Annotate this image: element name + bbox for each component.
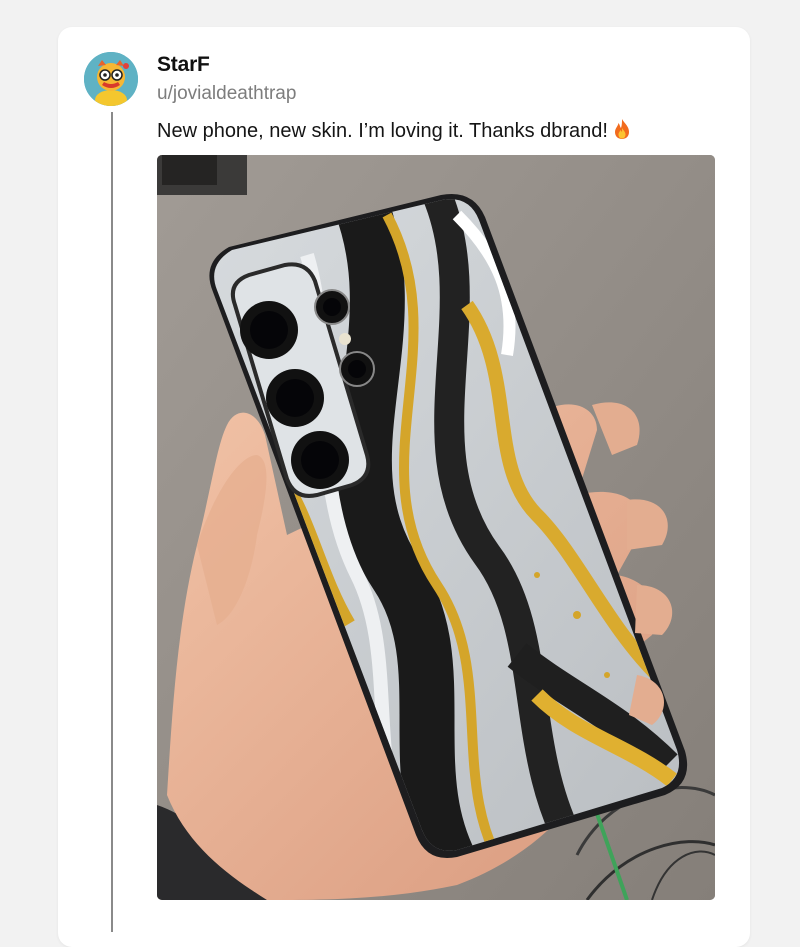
avatar-character-icon (84, 52, 138, 106)
post-text-content: New phone, new skin. I’m loving it. Than… (157, 120, 608, 142)
fire-icon (612, 118, 632, 146)
avatar[interactable] (84, 52, 138, 106)
user-handle[interactable]: u/jovialdeathtrap (157, 83, 296, 105)
post-image[interactable] (157, 155, 715, 900)
post-text: New phone, new skin. I’m loving it. Than… (157, 118, 632, 146)
thread-line (111, 112, 113, 932)
post-card: StarF u/jovialdeathtrap New phone, new s… (58, 27, 750, 947)
username[interactable]: StarF (157, 53, 210, 77)
phone-in-hand-photo (157, 155, 715, 900)
